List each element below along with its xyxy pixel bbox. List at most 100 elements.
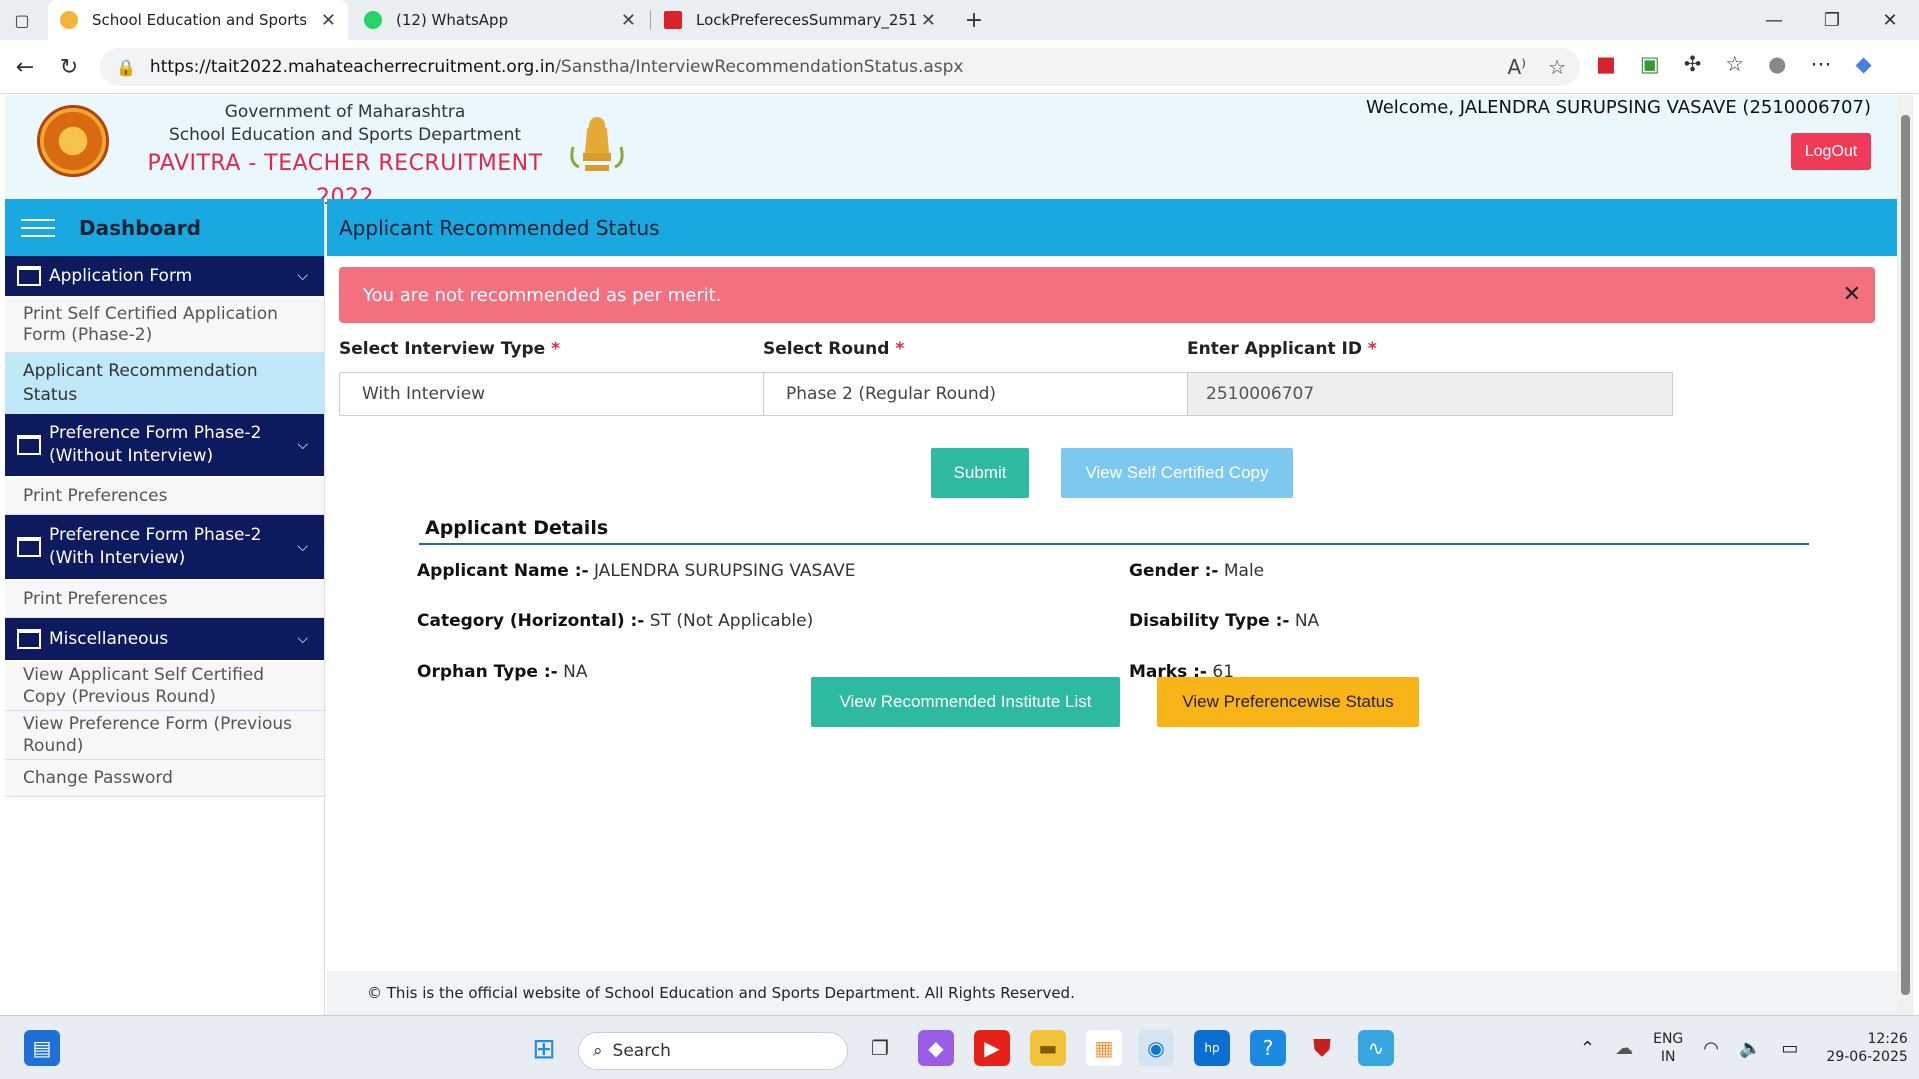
applicant-name-row: Applicant Name :- JALENDRA SURUPSING VAS… <box>417 561 856 581</box>
wifi-icon[interactable]: ◠ <box>1703 1038 1719 1059</box>
dashboard-link[interactable]: Dashboard <box>79 216 201 240</box>
mcafee-icon[interactable]: ⛊ <box>1304 1030 1340 1066</box>
alert-text: You are not recommended as per merit. <box>363 284 722 306</box>
copilot-icon[interactable]: ◆ <box>1855 52 1871 76</box>
language-indicator[interactable]: ENG IN <box>1653 1030 1683 1066</box>
hamburger-menu-icon[interactable] <box>21 218 55 237</box>
applicant-details-heading: Applicant Details <box>419 517 1809 545</box>
scrollbar-thumb[interactable] <box>1901 115 1910 995</box>
form-icon <box>17 537 41 557</box>
chevron-down-icon: ⌵ <box>297 539 308 555</box>
sidebar-group-preference-without-interview[interactable]: Preference Form Phase-2 (Without Intervi… <box>5 414 324 478</box>
refresh-icon[interactable]: ↻ <box>54 52 84 82</box>
windows-taskbar: ▤ ⊞ ⌕ Search ❐ ◆ ▶ ▬ ▦ ◉ hp ? ⛊ ∿ ⌃ ☁ EN… <box>0 1015 1919 1079</box>
youtube-icon[interactable]: ▶ <box>974 1030 1010 1066</box>
minimize-icon[interactable]: — <box>1745 0 1803 40</box>
applicant-id-label: Enter Applicant ID * <box>1187 339 1377 359</box>
not-recommended-alert: You are not recommended as per merit. ✕ <box>339 267 1875 323</box>
close-tab-icon[interactable]: ✕ <box>921 10 936 31</box>
submit-button[interactable]: Submit <box>931 448 1029 498</box>
volume-icon[interactable]: 🔈 <box>1739 1038 1761 1059</box>
edge-browser-icon[interactable]: ◉ <box>1138 1030 1174 1066</box>
battery-icon[interactable]: ▭ <box>1781 1038 1798 1059</box>
pdf-extension-icon[interactable]: ■ <box>1596 52 1616 76</box>
round-label: Select Round * <box>763 339 905 359</box>
extensions-bar: ■ ▣ ✣ ☆ ● ⋯ ◆ <box>1596 52 1872 76</box>
help-icon[interactable]: ? <box>1250 1030 1286 1066</box>
show-hidden-icons-chevron-icon[interactable]: ⌃ <box>1580 1038 1595 1059</box>
sidebar-group-application-form[interactable]: Application Form ⌵ <box>5 256 324 298</box>
applicant-id-field[interactable]: 2510006707 <box>1187 372 1673 416</box>
tab-pdf[interactable]: LockPreferecesSummary_2510006 ✕ <box>652 0 948 40</box>
close-tab-icon[interactable]: ✕ <box>321 10 336 31</box>
back-icon[interactable]: ← <box>10 52 40 82</box>
start-menu-icon[interactable]: ⊞ <box>526 1030 562 1066</box>
favorites-icon[interactable]: ☆ <box>1725 52 1744 76</box>
taskbar-search[interactable]: ⌕ Search <box>578 1032 848 1070</box>
profile-avatar-icon[interactable]: ● <box>1768 52 1786 76</box>
sidebar-item-recommendation-status[interactable]: Applicant Recommendation Status <box>5 353 324 414</box>
more-menu-icon[interactable]: ⋯ <box>1810 52 1831 76</box>
round-select[interactable]: Phase 2 (Regular Round) ⌵ <box>763 372 1249 416</box>
department-name: School Education and Sports Department <box>168 125 522 145</box>
sidebar-item-view-preference-form[interactable]: View Preference Form (Previous Round) <box>5 711 324 760</box>
tab-whatsapp[interactable]: (12) WhatsApp ✕ <box>352 0 648 40</box>
site-info-icon[interactable]: 🔒 <box>116 58 136 77</box>
search-icon: ⌕ <box>593 1041 603 1061</box>
favorite-star-icon[interactable]: ☆ <box>1548 55 1566 79</box>
copilot-app-icon[interactable]: ◆ <box>918 1030 954 1066</box>
microsoft-store-icon[interactable]: ▦ <box>1086 1030 1122 1066</box>
main-content: Applicant Recommended Status You are not… <box>327 199 1897 1015</box>
form-icon <box>17 629 41 649</box>
form-icon <box>17 266 41 286</box>
address-bar[interactable]: 🔒 https://tait2022.mahateacherrecruitmen… <box>100 48 1580 86</box>
close-window-icon[interactable]: ✕ <box>1861 0 1919 40</box>
disability-row: Disability Type :- NA <box>1129 611 1320 631</box>
restore-icon[interactable]: ❐ <box>1803 0 1861 40</box>
sidebar-item-print-preferences[interactable]: Print Preferences <box>5 581 324 618</box>
chevron-down-icon: ⌵ <box>297 268 308 284</box>
sidebar-item-change-password[interactable]: Change Password <box>5 760 324 797</box>
close-alert-icon[interactable]: ✕ <box>1843 282 1861 307</box>
page-scrollbar[interactable] <box>1897 95 1914 1015</box>
myhp-icon[interactable]: hp <box>1194 1030 1230 1066</box>
clock[interactable]: 12:26 29-06-2025 <box>1826 1030 1907 1066</box>
sidebar-group-preference-with-interview[interactable]: Preference Form Phase-2 (With Interview)… <box>5 515 324 581</box>
orphan-row: Orphan Type :- NA <box>417 662 588 682</box>
interview-type-select[interactable]: With Interview ⌵ <box>339 372 825 416</box>
pdf-icon <box>664 11 682 29</box>
extension-icon[interactable]: ▣ <box>1640 52 1660 76</box>
view-preferencewise-status-button[interactable]: View Preferencewise Status <box>1157 677 1419 727</box>
puzzle-extensions-icon[interactable]: ✣ <box>1684 52 1702 76</box>
system-tray: ⌃ ☁ ENG IN ◠ 🔈 ▭ 12:26 29-06-2025 <box>1580 1026 1908 1070</box>
file-explorer-icon[interactable]: ▬ <box>1030 1030 1066 1066</box>
site-title-block: Government of Maharashtra School Educati… <box>120 101 570 215</box>
window-controls: — ❐ ✕ <box>1745 0 1919 40</box>
tab-separator <box>650 10 651 30</box>
widgets-icon[interactable]: ▤ <box>24 1030 60 1066</box>
task-view-icon[interactable]: ❐ <box>862 1030 898 1066</box>
sidebar-item-view-self-certified-copy[interactable]: View Applicant Self Certified Copy (Prev… <box>5 662 324 711</box>
health-monitor-icon[interactable]: ∿ <box>1358 1030 1394 1066</box>
national-emblem-logo <box>570 117 624 171</box>
onedrive-icon[interactable]: ☁ <box>1615 1038 1633 1059</box>
sidebar-header: Dashboard <box>5 199 324 256</box>
tab-actions-icon[interactable]: ▢ <box>10 8 34 32</box>
logout-button[interactable]: LogOut <box>1791 133 1871 170</box>
tab-school-education[interactable]: School Education and Sports Dep ✕ <box>48 0 348 40</box>
page-title: Applicant Recommended Status <box>327 199 1897 256</box>
maharashtra-seal-logo <box>37 105 109 177</box>
sidebar-item-print-self-certified[interactable]: Print Self Certified Application Form (P… <box>5 298 324 353</box>
user-name: JALENDRA SURUPSING VASAVE (2510006707) <box>1459 97 1871 118</box>
sidebar-item-print-preferences[interactable]: Print Preferences <box>5 478 324 515</box>
interview-type-label: Select Interview Type * <box>339 339 560 359</box>
web-page: Government of Maharashtra School Educati… <box>5 95 1897 1015</box>
site-header: Government of Maharashtra School Educati… <box>5 95 1897 210</box>
read-aloud-icon[interactable]: A⁾ <box>1507 55 1526 79</box>
close-tab-icon[interactable]: ✕ <box>621 10 636 31</box>
site-favicon-icon <box>60 11 78 29</box>
new-tab-icon[interactable]: + <box>962 8 986 33</box>
sidebar-group-miscellaneous[interactable]: Miscellaneous ⌵ <box>5 618 324 662</box>
view-self-certified-copy-button[interactable]: View Self Certified Copy <box>1061 448 1293 498</box>
view-recommended-institute-list-button[interactable]: View Recommended Institute List <box>811 677 1120 727</box>
